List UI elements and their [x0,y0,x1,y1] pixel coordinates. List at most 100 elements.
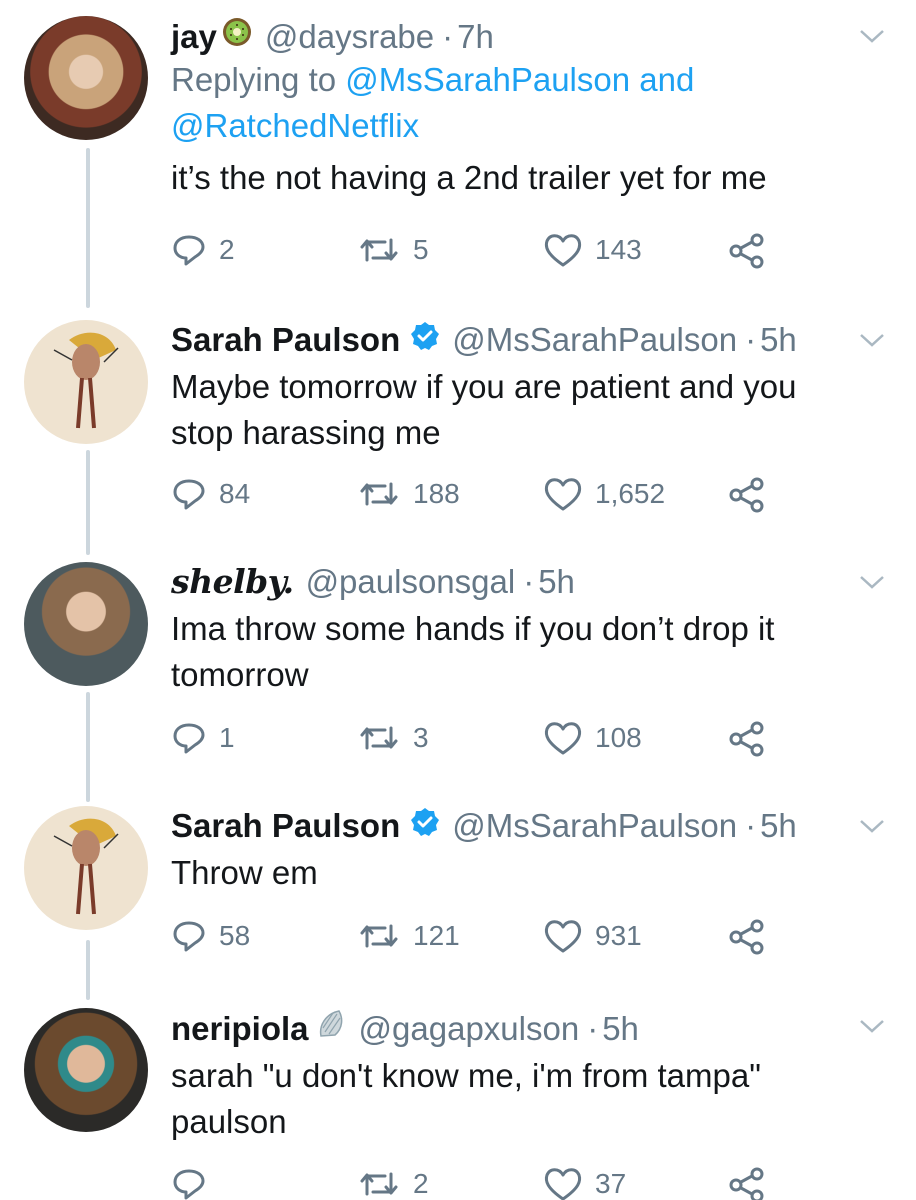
like-count: 1,652 [595,478,666,509]
share-button[interactable] [727,918,767,956]
tweet-actions: 58 121 931 [171,918,791,958]
verified-badge-icon [410,320,440,360]
avatar[interactable] [24,806,148,930]
reply-count: 58 [219,920,251,951]
display-name[interactable]: Sarah Paulson [171,806,400,846]
retweet-icon [360,238,398,262]
reply-button[interactable]: 1 [171,720,235,756]
retweet-button[interactable]: 3 [357,720,429,756]
reply-count: 2 [219,234,235,265]
like-button[interactable]: 1,652 [543,476,665,512]
heart-icon [544,722,582,755]
retweet-count: 188 [413,478,460,509]
like-button[interactable]: 108 [543,720,642,756]
retweet-icon [360,924,398,948]
retweet-icon [360,726,398,750]
retweet-count: 121 [413,920,460,951]
heart-icon [544,1168,582,1200]
timestamp[interactable]: 5h [760,806,797,846]
separator-dot: · [745,321,757,358]
share-icon [729,477,764,513]
avatar[interactable] [24,16,148,140]
user-handle[interactable]: @gagapxulson [359,1009,580,1049]
share-icon [729,721,764,757]
thread-line [86,940,90,1000]
thread-line [86,148,90,308]
tweet-text: sarah "u don't know me, i'm from tampa" … [171,1053,861,1145]
separator-dot: · [523,563,535,600]
chevron-down-icon[interactable] [858,572,886,592]
tweet-text-line: sarah "u don't know me, i'm from tampa" [171,1057,761,1094]
reply-icon [173,1169,205,1200]
timestamp[interactable]: 7h [457,17,494,57]
heart-icon [544,234,582,267]
reply-icon [173,921,205,952]
chevron-down-icon[interactable] [858,330,886,350]
tweet-header: Sarah Paulson @MsSarahPaulson · 5h [171,320,861,360]
mention-link[interactable]: @RatchedNetflix [171,107,419,144]
mention-link[interactable]: @MsSarahPaulson [345,61,630,98]
retweet-button[interactable]: 2 [357,1166,429,1200]
retweet-count: 3 [413,722,429,753]
tweet-text-line: Ima throw some hands if you don’t drop i… [171,610,775,647]
retweet-button[interactable]: 5 [357,232,429,268]
avatar[interactable] [24,320,148,444]
display-name[interactable]: jay [171,17,217,57]
tweet-text: Ima throw some hands if you don’t drop i… [171,606,861,698]
chevron-down-icon[interactable] [858,816,886,836]
like-count: 37 [595,1168,627,1199]
timestamp[interactable]: 5h [760,320,797,360]
reply-icon [173,235,205,266]
shell-emoji-icon [317,1008,347,1049]
verified-badge-icon [410,806,440,846]
share-button[interactable] [727,476,767,514]
separator-dot: · [587,1009,599,1047]
reply-count: 1 [219,722,235,753]
tweet-actions: 84 188 1,652 [171,476,791,516]
user-handle[interactable]: @MsSarahPaulson [452,806,737,846]
display-name[interactable]: Sarah Paulson [171,320,400,360]
share-button[interactable] [727,720,767,758]
like-button[interactable]: 931 [543,918,642,954]
user-handle[interactable]: @daysrabe [265,17,434,57]
user-handle[interactable]: @paulsonsgal [306,562,516,602]
user-handle[interactable]: @MsSarahPaulson [452,320,737,360]
retweet-button[interactable]: 121 [357,918,460,954]
mention-and: and [639,61,695,98]
share-button[interactable] [727,1166,767,1200]
tweet-actions: 2 5 143 [171,232,791,272]
heart-icon [544,920,582,953]
like-button[interactable]: 143 [543,232,642,268]
kiwi-emoji-icon [221,16,253,57]
thread-line [86,692,90,802]
display-name[interactable]: neripiola [171,1009,309,1049]
retweet-icon [360,482,398,506]
retweet-button[interactable]: 188 [357,476,460,512]
tweet-header: Sarah Paulson @MsSarahPaulson · 5h [171,806,861,846]
reply-button[interactable]: 58 [171,918,250,954]
tweet-header: jay @daysrabe · 7h [171,16,861,57]
reply-icon [173,479,205,510]
avatar[interactable] [24,1008,148,1132]
share-button[interactable] [727,232,767,270]
tweet-actions: 2 37 [171,1166,791,1200]
reply-button[interactable] [171,1166,219,1200]
display-name[interactable]: shelby. [171,562,294,602]
tweet-text-line: stop harassing me [171,414,441,451]
timestamp[interactable]: 5h [538,562,575,602]
reply-button[interactable]: 2 [171,232,235,268]
chevron-down-icon[interactable] [858,1016,886,1036]
tweet-header: shelby. @paulsonsgal · 5h [171,562,861,602]
timestamp[interactable]: 5h [602,1009,639,1049]
heart-icon [544,478,582,511]
separator-dot: · [442,17,454,55]
reply-button[interactable]: 84 [171,476,250,512]
retweet-count: 5 [413,234,429,265]
thread-line [86,450,90,555]
tweet-actions: 1 3 108 [171,720,791,760]
avatar[interactable] [24,562,148,686]
replying-to: Replying to @MsSarahPaulson and @Ratched… [171,57,861,149]
like-count: 931 [595,920,642,951]
chevron-down-icon[interactable] [858,26,886,46]
like-button[interactable]: 37 [543,1166,626,1200]
